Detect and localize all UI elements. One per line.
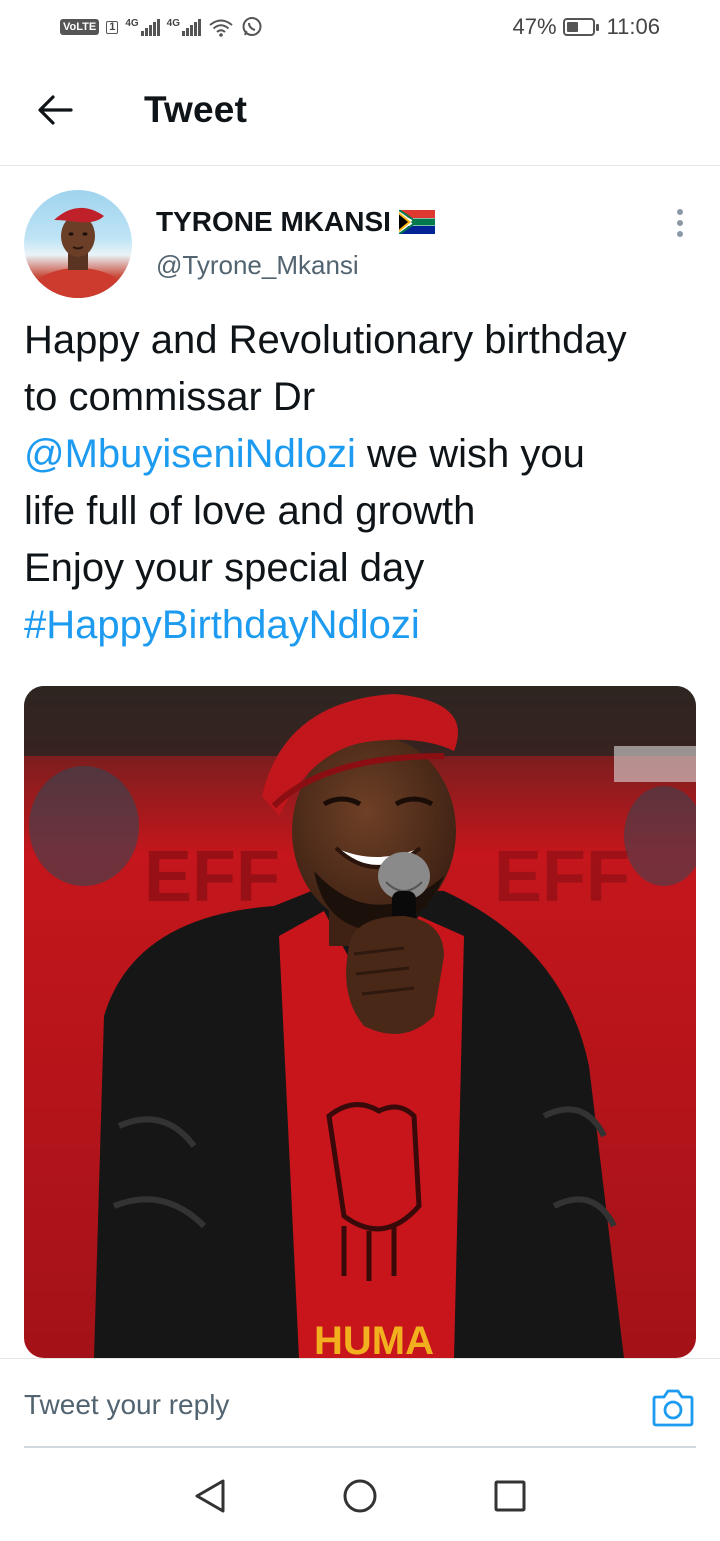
reply-input[interactable]	[24, 1383, 624, 1427]
status-right: 47% 11:06	[513, 14, 660, 40]
wifi-icon	[209, 19, 233, 37]
more-vertical-icon	[677, 209, 683, 237]
camera-button[interactable]	[652, 1387, 694, 1427]
author-name[interactable]: TYRONE MKANSI	[156, 206, 435, 238]
battery-icon	[562, 18, 599, 36]
shirt-text: HUMA	[314, 1319, 434, 1358]
reply-bar	[0, 1358, 720, 1448]
system-navigation-bar	[0, 1450, 720, 1541]
network-type-1: 4G	[125, 18, 139, 29]
tweet-text-line: Happy and Revolutionary birthday	[24, 318, 627, 362]
more-options-button[interactable]	[668, 208, 692, 238]
author-handle[interactable]: @Tyrone_Mkansi	[156, 250, 359, 281]
tweet-detail-screen: VoLTE 1 4G 4G 47% 11:06 Tweet TYRONE MKA…	[0, 0, 720, 1541]
banner-text: EFF	[144, 837, 280, 917]
tweet-text-line: Enjoy your special day	[24, 546, 425, 590]
page-title: Tweet	[144, 88, 248, 130]
tweet-body: Happy and Revolutionary birthday to comm…	[24, 312, 704, 654]
avatar-image	[30, 207, 126, 298]
arrow-left-icon	[38, 94, 73, 125]
hashtag-link[interactable]: #HappyBirthdayNdlozi	[24, 597, 704, 654]
volte-badge: VoLTE	[60, 19, 100, 35]
author-display-name: TYRONE MKANSI	[156, 206, 391, 237]
tweet-text-line: to commissar Dr	[24, 375, 316, 419]
tweet-text-line: life full of love and growth	[24, 489, 476, 533]
nav-back-button[interactable]	[188, 1474, 232, 1518]
signal-icon: 4G	[166, 18, 202, 36]
tweet-author: TYRONE MKANSI @Tyrone_Mkansi	[24, 190, 696, 300]
status-left: VoLTE 1 4G 4G	[60, 16, 263, 38]
home-circle-icon	[343, 1479, 377, 1512]
top-app-bar: Tweet	[0, 54, 720, 166]
sim-indicator: 1	[106, 20, 119, 34]
signal-icon: 4G	[125, 18, 160, 36]
nav-home-button[interactable]	[338, 1474, 382, 1518]
back-button[interactable]	[0, 54, 110, 166]
tweet-text-line: @MbuyiseniNdlozi we wish you	[24, 426, 704, 483]
reply-divider	[24, 1446, 696, 1448]
battery-fill	[566, 22, 578, 32]
photo-person-with-microphone: EFF EFF HUMA	[24, 686, 696, 1358]
battery-percentage: 47%	[512, 14, 557, 39]
recents-square-icon	[494, 1480, 526, 1511]
tweet-text-fragment: we wish you	[355, 432, 585, 476]
camera-icon	[652, 1389, 694, 1427]
back-triangle-icon	[195, 1479, 225, 1512]
nav-recents-button[interactable]	[488, 1474, 532, 1518]
network-type-2: 4G	[166, 18, 181, 29]
banner-text: EFF	[494, 837, 630, 917]
avatar[interactable]	[24, 190, 132, 298]
status-bar: VoLTE 1 4G 4G 47% 11:06	[0, 0, 720, 54]
south-africa-flag-icon	[398, 210, 435, 234]
whatsapp-icon	[242, 17, 262, 36]
tweet-media-image[interactable]: EFF EFF HUMA	[24, 686, 696, 1358]
mention-link[interactable]: @MbuyiseniNdlozi	[24, 432, 356, 476]
clock: 11:06	[606, 14, 660, 39]
